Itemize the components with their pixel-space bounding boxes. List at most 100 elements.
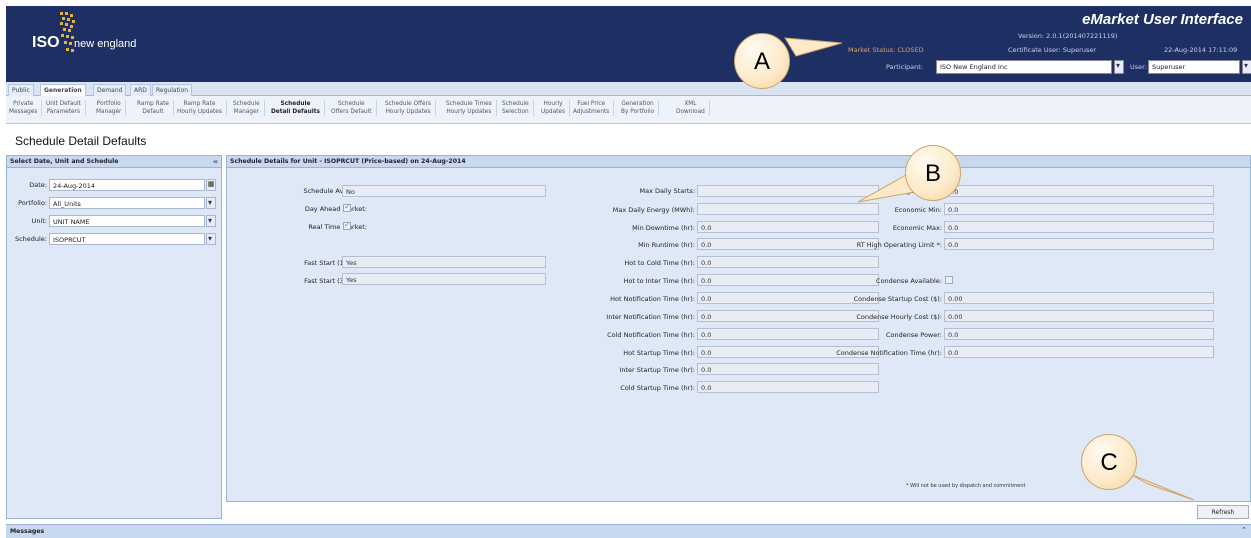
inter-startup-value: 0.0 bbox=[697, 363, 879, 375]
economic-max-value: 0.0 bbox=[944, 221, 1214, 233]
collapse-icon[interactable]: « bbox=[213, 157, 218, 166]
condense-available-label: Condense Available: bbox=[876, 277, 942, 285]
tab-regulation[interactable]: Regulation bbox=[152, 84, 193, 96]
emergency-min-value: 0.0 bbox=[944, 185, 1214, 197]
subtab-schedule-times-hourly[interactable]: Schedule Times Hourly Updates bbox=[446, 100, 497, 116]
app-header: ISO new england eMarket User Interface V… bbox=[6, 6, 1251, 82]
page-title: Schedule Detail Defaults bbox=[15, 134, 147, 148]
condense-power-value: 0.0 bbox=[944, 328, 1214, 340]
fast-start-30-value: Yes bbox=[342, 273, 546, 285]
date-input[interactable]: 24-Aug-2014 bbox=[49, 179, 205, 191]
chevron-down-icon[interactable] bbox=[1242, 60, 1251, 74]
logo-new-england-text: new england bbox=[74, 38, 137, 50]
select-panel: Select Date, Unit and Schedule « Date: 24… bbox=[6, 155, 222, 519]
participant-label: Participant: bbox=[886, 63, 923, 71]
subtab-ramp-rate-default[interactable]: Ramp Rate Default bbox=[137, 100, 174, 116]
min-runtime-label: Min Runtime (hr): bbox=[638, 241, 695, 249]
subtab-schedule-offers-hourly[interactable]: Schedule Offers Hourly Updates bbox=[385, 100, 437, 116]
callout-c: C bbox=[1081, 434, 1137, 490]
sub-tabs: Private Messages Unit Default Parameters P… bbox=[6, 96, 1251, 124]
user-label: User: bbox=[1130, 63, 1147, 71]
subtab-schedule-manager[interactable]: Schedule Manager bbox=[233, 100, 265, 116]
condense-notification-label: Condense Notification Time (hr): bbox=[836, 349, 942, 357]
max-daily-starts-label: Max Daily Starts: bbox=[639, 187, 695, 195]
subtab-schedule-offers-default[interactable]: Schedule Offers Default bbox=[331, 100, 377, 116]
condense-startup-cost-value: 0.00 bbox=[944, 292, 1214, 304]
header-datetime: 22-Aug-2014 17:11:09 bbox=[1164, 46, 1238, 54]
max-daily-energy-label: Max Daily Energy (MWh): bbox=[612, 206, 695, 214]
economic-min-label: Economic Min: bbox=[894, 206, 942, 214]
select-panel-header: Select Date, Unit and Schedule « bbox=[7, 156, 221, 168]
app-title: eMarket User Interface bbox=[1082, 11, 1243, 28]
participant-select[interactable]: ISO New England Inc bbox=[936, 60, 1112, 74]
condense-available-checkbox[interactable] bbox=[945, 276, 953, 284]
unit-select[interactable]: UNIT NAME bbox=[49, 215, 205, 227]
min-downtime-label: Min Downtime (hr): bbox=[632, 224, 695, 232]
messages-bar[interactable]: Messages ⌃ bbox=[6, 524, 1251, 538]
chevron-down-icon[interactable] bbox=[206, 197, 216, 209]
logo-iso-text: ISO bbox=[32, 34, 60, 51]
subtab-ramp-rate-hourly[interactable]: Ramp Rate Hourly Updates bbox=[177, 100, 227, 116]
schedule-select[interactable]: ISOPRCUT bbox=[49, 233, 205, 245]
select-panel-title: Select Date, Unit and Schedule bbox=[10, 158, 119, 165]
hot-to-cold-label: Hot to Cold Time (hr): bbox=[624, 259, 695, 267]
condense-notification-value: 0.0 bbox=[944, 346, 1214, 358]
cold-notification-label: Cold Notification Time (hr): bbox=[607, 331, 695, 339]
cold-startup-value: 0.0 bbox=[697, 381, 879, 393]
tab-generation[interactable]: Generation bbox=[40, 84, 86, 96]
condense-startup-cost-label: Condense Startup Cost ($): bbox=[853, 295, 942, 303]
fast-start-10-value: Yes bbox=[342, 256, 546, 268]
schedule-label: Schedule: bbox=[14, 235, 47, 243]
iso-logo-icon bbox=[60, 12, 75, 52]
inter-notification-label: Inter Notification Time (hr): bbox=[606, 313, 695, 321]
unit-label: Unit: bbox=[31, 217, 47, 225]
calendar-icon[interactable]: ▦ bbox=[206, 179, 216, 191]
chevron-down-icon[interactable] bbox=[206, 233, 216, 245]
main-tabs: Public Generation Demand ARD Regulation bbox=[6, 82, 1251, 96]
condense-hourly-cost-label: Condense Hourly Cost ($): bbox=[856, 313, 942, 321]
subtab-portfolio-manager[interactable]: Portfolio Manager bbox=[96, 100, 127, 116]
condense-power-label: Condense Power: bbox=[885, 331, 942, 339]
subtab-private-messages[interactable]: Private Messages bbox=[9, 100, 43, 116]
rt-high-operating-limit-label: RT High Operating Limit *: bbox=[856, 241, 942, 249]
hot-to-cold-value: 0.0 bbox=[697, 256, 879, 268]
version-text: Version: 2.0.1(201407221119) bbox=[1018, 32, 1118, 40]
real-time-market-checkbox[interactable] bbox=[343, 220, 351, 230]
chevron-down-icon[interactable] bbox=[1114, 60, 1124, 74]
inter-startup-label: Inter Startup Time (hr): bbox=[619, 366, 695, 374]
portfolio-select[interactable]: All_Units bbox=[49, 197, 205, 209]
hot-startup-label: Hot Startup Time (hr): bbox=[623, 349, 695, 357]
economic-max-label: Economic Max: bbox=[892, 224, 942, 232]
tab-public[interactable]: Public bbox=[8, 84, 34, 96]
hot-to-inter-label: Hot to Inter Time (hr): bbox=[623, 277, 695, 285]
user-select[interactable]: Superuser bbox=[1148, 60, 1240, 74]
callout-b: B bbox=[905, 145, 961, 201]
subtab-fuel-price-adjustments[interactable]: Fuel Price Adjustments bbox=[573, 100, 615, 116]
tab-demand[interactable]: Demand bbox=[93, 84, 127, 96]
subtab-hourly-updates[interactable]: Hourly Updates bbox=[541, 100, 571, 116]
subtab-schedule-detail-defaults[interactable]: Schedule Detail Defaults bbox=[271, 100, 325, 116]
footnote: * Will not be used by dispatch and commi… bbox=[906, 483, 1026, 489]
date-label: Date: bbox=[29, 181, 47, 189]
callout-a: A bbox=[734, 33, 790, 89]
subtab-xml-download[interactable]: XML Download bbox=[676, 100, 710, 116]
expand-icon[interactable]: ⌃ bbox=[1241, 526, 1247, 534]
subtab-generation-by-portfolio[interactable]: Generation By Portfolio bbox=[621, 100, 660, 116]
messages-label: Messages bbox=[10, 528, 45, 535]
hot-notification-label: Hot Notification Time (hr): bbox=[610, 295, 695, 303]
cold-startup-label: Cold Startup Time (hr): bbox=[620, 384, 695, 392]
tab-ard[interactable]: ARD bbox=[130, 84, 151, 96]
day-ahead-market-checkbox[interactable] bbox=[343, 202, 351, 212]
rt-high-operating-limit-value: 0.0 bbox=[944, 238, 1214, 250]
certificate-user: Certificate User: Superuser bbox=[1008, 46, 1097, 54]
subtab-schedule-selection[interactable]: Schedule Selection bbox=[502, 100, 534, 116]
condense-hourly-cost-value: 0.00 bbox=[944, 310, 1214, 322]
chevron-down-icon[interactable] bbox=[206, 215, 216, 227]
refresh-button[interactable]: Refresh bbox=[1197, 505, 1249, 519]
schedule-available-value: No bbox=[342, 185, 546, 197]
portfolio-label: Portfolio: bbox=[18, 199, 47, 207]
market-status: Market Status: CLOSED bbox=[848, 46, 924, 54]
subtab-unit-default-parameters[interactable]: Unit Default Parameters bbox=[46, 100, 86, 116]
economic-min-value: 0.0 bbox=[944, 203, 1214, 215]
schedule-details-header: Schedule Details for Unit - ISOPRCUT (Pr… bbox=[227, 156, 1250, 168]
